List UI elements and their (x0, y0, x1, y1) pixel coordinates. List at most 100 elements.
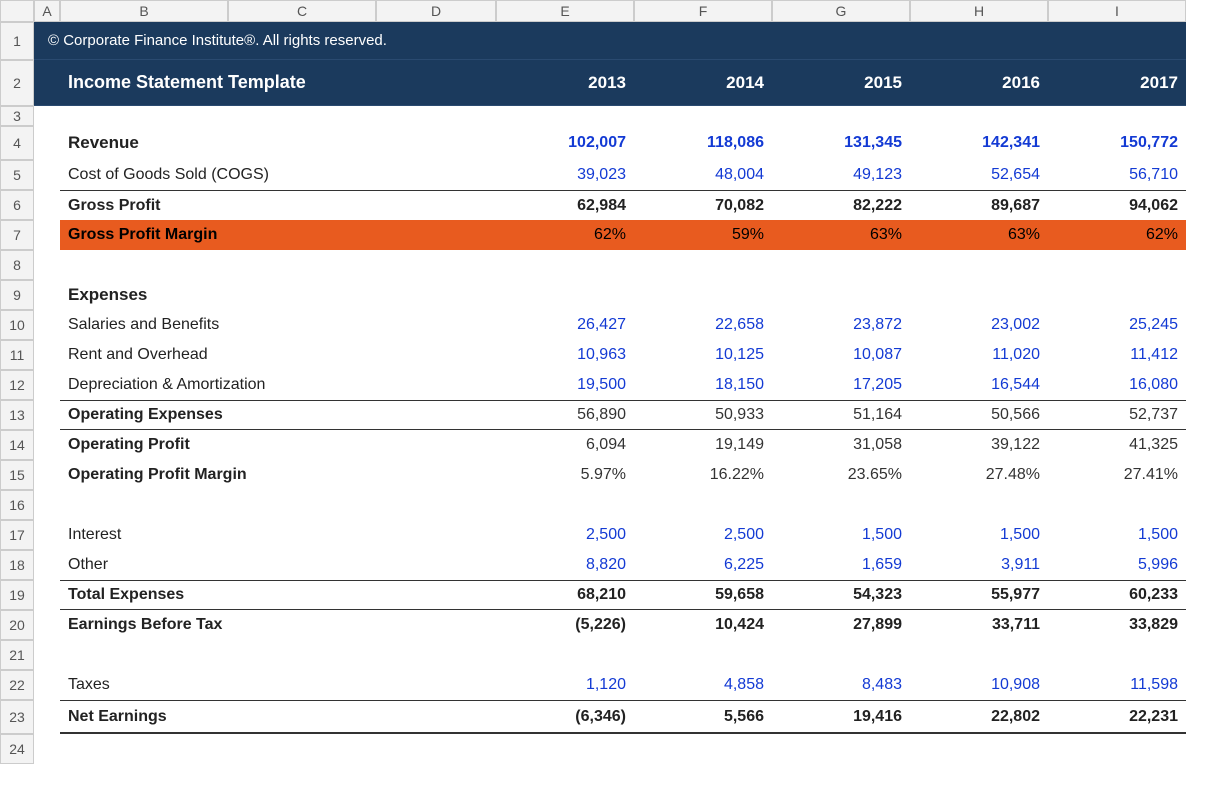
row-header-10[interactable]: 10 (0, 310, 34, 340)
row-label-salaries[interactable]: Salaries and Benefits (60, 310, 496, 340)
row-label-gross-profit[interactable]: Gross Profit (60, 190, 496, 220)
cell[interactable]: 150,772 (1048, 126, 1186, 160)
cell[interactable]: 6,094 (496, 430, 634, 460)
cell[interactable]: 10,087 (772, 340, 910, 370)
cell[interactable]: 4,858 (634, 670, 772, 700)
cell[interactable]: 10,908 (910, 670, 1048, 700)
cell[interactable]: 131,345 (772, 126, 910, 160)
cell[interactable]: 63% (772, 220, 910, 250)
cell[interactable]: 50,933 (634, 400, 772, 430)
row-header-14[interactable]: 14 (0, 430, 34, 460)
cell[interactable]: 51,164 (772, 400, 910, 430)
cell[interactable]: 19,500 (496, 370, 634, 400)
cell[interactable]: 18,150 (634, 370, 772, 400)
cell[interactable]: 59% (634, 220, 772, 250)
cell[interactable]: 8,483 (772, 670, 910, 700)
cell[interactable]: 63% (910, 220, 1048, 250)
row-header-23[interactable]: 23 (0, 700, 34, 734)
row-label-taxes[interactable]: Taxes (60, 670, 496, 700)
cell[interactable]: 39,023 (496, 160, 634, 190)
cell[interactable]: (6,346) (496, 700, 634, 734)
row-label-opex[interactable]: Operating Expenses (60, 400, 496, 430)
cell[interactable]: 56,890 (496, 400, 634, 430)
cell[interactable]: 27,899 (772, 610, 910, 640)
row-header-2[interactable]: 2 (0, 60, 34, 106)
cell[interactable]: 1,500 (1048, 520, 1186, 550)
cell[interactable]: 11,020 (910, 340, 1048, 370)
cell[interactable]: 41,325 (1048, 430, 1186, 460)
col-header-F[interactable]: F (634, 0, 772, 22)
row-header-18[interactable]: 18 (0, 550, 34, 580)
year-2015[interactable]: 2015 (772, 60, 910, 106)
cell[interactable]: 31,058 (772, 430, 910, 460)
cell[interactable]: (5,226) (496, 610, 634, 640)
cell[interactable]: 19,416 (772, 700, 910, 734)
row-header-1[interactable]: 1 (0, 22, 34, 60)
row-label-revenue[interactable]: Revenue (60, 126, 496, 160)
col-header-E[interactable]: E (496, 0, 634, 22)
cell[interactable]: 2,500 (496, 520, 634, 550)
cell[interactable]: 1,120 (496, 670, 634, 700)
cell[interactable]: 39,122 (910, 430, 1048, 460)
row-label-ebt[interactable]: Earnings Before Tax (60, 610, 496, 640)
row-label-net[interactable]: Net Earnings (60, 700, 496, 734)
cell[interactable]: 2,500 (634, 520, 772, 550)
row-header-15[interactable]: 15 (0, 460, 34, 490)
cell[interactable]: 1,500 (772, 520, 910, 550)
row-label-gpm[interactable]: Gross Profit Margin (60, 220, 496, 250)
col-header-D[interactable]: D (376, 0, 496, 22)
cell[interactable]: 5.97% (496, 460, 634, 490)
cell[interactable]: 68,210 (496, 580, 634, 610)
cell[interactable]: 22,231 (1048, 700, 1186, 734)
row-header-4[interactable]: 4 (0, 126, 34, 160)
col-header-G[interactable]: G (772, 0, 910, 22)
row-header-5[interactable]: 5 (0, 160, 34, 190)
cell[interactable]: 23.65% (772, 460, 910, 490)
cell[interactable]: 59,658 (634, 580, 772, 610)
row-header-21[interactable]: 21 (0, 640, 34, 670)
cell[interactable]: 11,598 (1048, 670, 1186, 700)
cell[interactable]: 52,737 (1048, 400, 1186, 430)
row-header-16[interactable]: 16 (0, 490, 34, 520)
cell[interactable]: 33,829 (1048, 610, 1186, 640)
cell[interactable]: 62,984 (496, 190, 634, 220)
row-label-rent[interactable]: Rent and Overhead (60, 340, 496, 370)
cell[interactable]: 27.48% (910, 460, 1048, 490)
cell[interactable]: 16,544 (910, 370, 1048, 400)
row-label-totexp[interactable]: Total Expenses (60, 580, 496, 610)
row-header-20[interactable]: 20 (0, 610, 34, 640)
cell[interactable]: 11,412 (1048, 340, 1186, 370)
row-label-opprofit[interactable]: Operating Profit (60, 430, 496, 460)
row-label-other[interactable]: Other (60, 550, 496, 580)
row-header-22[interactable]: 22 (0, 670, 34, 700)
year-2016[interactable]: 2016 (910, 60, 1048, 106)
cell[interactable]: 94,062 (1048, 190, 1186, 220)
cell[interactable]: 48,004 (634, 160, 772, 190)
row-header-6[interactable]: 6 (0, 190, 34, 220)
cell[interactable]: 16.22% (634, 460, 772, 490)
row-header-9[interactable]: 9 (0, 280, 34, 310)
cell[interactable]: 16,080 (1048, 370, 1186, 400)
cell[interactable]: 10,424 (634, 610, 772, 640)
col-header-B[interactable]: B (60, 0, 228, 22)
cell[interactable]: 89,687 (910, 190, 1048, 220)
row-header-7[interactable]: 7 (0, 220, 34, 250)
cell[interactable]: 3,911 (910, 550, 1048, 580)
cell[interactable]: 8,820 (496, 550, 634, 580)
cell[interactable]: 1,659 (772, 550, 910, 580)
cell[interactable]: 27.41% (1048, 460, 1186, 490)
cell[interactable]: 62% (496, 220, 634, 250)
year-2013[interactable]: 2013 (496, 60, 634, 106)
cell[interactable]: 22,802 (910, 700, 1048, 734)
cell[interactable]: 22,658 (634, 310, 772, 340)
select-all-corner[interactable] (0, 0, 34, 22)
cell[interactable]: 23,872 (772, 310, 910, 340)
cell[interactable]: 118,086 (634, 126, 772, 160)
row-header-11[interactable]: 11 (0, 340, 34, 370)
cell[interactable]: 54,323 (772, 580, 910, 610)
row-label-opm[interactable]: Operating Profit Margin (60, 460, 496, 490)
cell[interactable]: 49,123 (772, 160, 910, 190)
row-header-24[interactable]: 24 (0, 734, 34, 764)
cell[interactable]: 70,082 (634, 190, 772, 220)
row-header-13[interactable]: 13 (0, 400, 34, 430)
